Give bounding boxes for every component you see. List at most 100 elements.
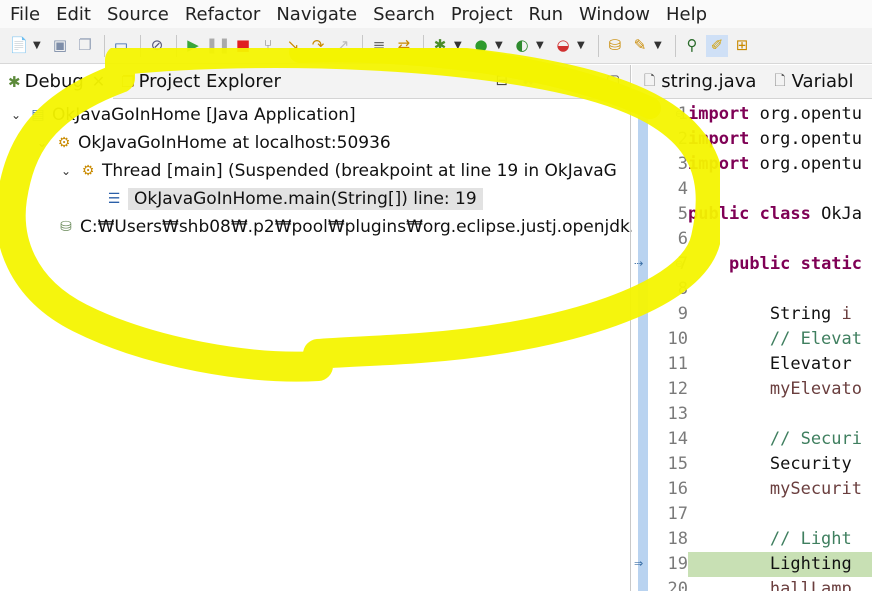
code-line[interactable]: public class OkJa	[688, 202, 862, 227]
code-token: String	[688, 304, 842, 324]
chevron-down-icon[interactable]: ▼	[577, 40, 587, 51]
tab-project-explorer-label: Project Explorer	[138, 71, 281, 92]
menu-edit[interactable]: Edit	[56, 4, 91, 25]
line-number: 5	[677, 204, 688, 224]
menu-file[interactable]: File	[10, 4, 40, 25]
chevron-down-icon[interactable]: ▼	[33, 40, 43, 51]
tab-project-explorer[interactable]: ❐ Project Explorer	[113, 65, 289, 99]
code-line[interactable]: myElevato	[688, 377, 862, 402]
tree-node-stack-frame[interactable]: ☰ OkJavaGoInHome.main(String[]) line: 19	[104, 185, 483, 213]
disconnect-icon[interactable]: ⑂	[257, 35, 279, 57]
code-line[interactable]: Security	[688, 452, 862, 477]
current-line[interactable]: Lighting	[688, 552, 872, 577]
save-icon[interactable]: ▣	[49, 35, 71, 57]
tree-node-debug-target[interactable]: ⌄ ⚙ OkJavaGoInHome at localhost:50936	[34, 129, 391, 157]
coverage-icon[interactable]: ◐	[511, 35, 533, 57]
code-line[interactable]: hallLamp	[688, 577, 852, 591]
code-line[interactable]: String i	[688, 302, 852, 327]
menu-bar: File Edit Source Refactor Navigate Search Proj…	[0, 0, 872, 28]
debug-view: ✱ Debug ✕ ❐ Project Explorer ⊟ ✖ ⋮ ▬ ▢ ⌄…	[0, 64, 656, 591]
fold-icon[interactable]: ⊖	[675, 259, 683, 270]
close-icon[interactable]: ✕	[92, 72, 105, 91]
open-type-icon[interactable]: ⛁	[604, 35, 626, 57]
save-all-icon[interactable]: ❐	[74, 35, 96, 57]
code-token: // Elevat	[688, 329, 862, 349]
breakpoint-marker-icon[interactable]: ⇢	[634, 257, 643, 270]
code-line[interactable]: import org.opentu	[688, 102, 862, 127]
collapse-all-icon[interactable]: ⊟	[495, 71, 508, 89]
view-menu-icon[interactable]: ⋮	[549, 71, 564, 89]
code-line[interactable]: import org.opentu	[688, 127, 862, 152]
tree-node-launch[interactable]: ⌄ ▤ OkJavaGoInHome [Java Application]	[8, 101, 356, 129]
code-line[interactable]: // Securi	[688, 427, 862, 452]
tab-variabl[interactable]: 🗋 Variabl	[762, 65, 859, 99]
menu-run[interactable]: Run	[529, 4, 564, 25]
run-icon[interactable]: ●	[470, 35, 492, 57]
annotation-icon[interactable]: ⊞	[731, 35, 753, 57]
debug-view-tabbar: ✱ Debug ✕ ❐ Project Explorer ⊟ ✖ ⋮ ▬ ▢	[0, 64, 630, 99]
toolbar-separator	[362, 34, 363, 57]
overview-ruler[interactable]	[638, 102, 648, 591]
toolbar-separator	[176, 34, 177, 57]
suspend-icon[interactable]: ❚❚	[205, 35, 230, 57]
menu-navigate[interactable]: Navigate	[276, 4, 357, 25]
skip-breakpoints-icon[interactable]: ⊘	[146, 35, 168, 57]
code-line[interactable]: public static	[688, 252, 862, 277]
use-step-filters-icon[interactable]: ≡	[368, 35, 390, 57]
chevron-down-icon[interactable]: ▼	[495, 40, 505, 51]
fold-icon[interactable]: ⊖	[675, 109, 683, 120]
minimize-icon[interactable]: ▬	[578, 71, 592, 89]
drop-to-frame-icon[interactable]: ⇄	[393, 35, 415, 57]
chevron-down-icon[interactable]: ▼	[454, 40, 464, 51]
tab-string-java[interactable]: 🗋 string.java	[632, 65, 762, 99]
debug-icon[interactable]: ✱	[429, 35, 451, 57]
chevron-down-icon[interactable]: ⌄	[58, 164, 74, 178]
search-icon[interactable]: ✎	[629, 35, 651, 57]
code-line[interactable]: // Light	[688, 527, 862, 552]
menu-source[interactable]: Source	[107, 4, 169, 25]
code-token: org.opentu	[749, 129, 863, 149]
line-number: 14	[667, 429, 688, 449]
code-token: import	[688, 104, 750, 124]
editor-tab-label: string.java	[661, 71, 757, 92]
step-into-icon[interactable]: ↘	[282, 35, 304, 57]
code-token: import	[688, 154, 750, 174]
highlight-icon[interactable]: ✐	[706, 34, 728, 57]
external-tools-icon[interactable]: ◒	[552, 35, 574, 57]
code-text[interactable]: import org.opentu import org.opentu import…	[688, 102, 872, 591]
tree-node-label: OkJavaGoInHome [Java Application]	[52, 105, 356, 125]
menu-help[interactable]: Help	[666, 4, 707, 25]
maximize-icon[interactable]: ▢	[606, 71, 620, 89]
terminate-icon[interactable]: ■	[232, 35, 254, 57]
resume-icon[interactable]: ▶	[182, 35, 204, 57]
step-return-icon[interactable]: ↗	[332, 35, 354, 57]
terminal-icon[interactable]: ▭	[110, 35, 132, 57]
code-line[interactable]: mySecurit	[688, 477, 862, 502]
tree-node-process[interactable]: ⛁ C:₩Users₩shb08₩.p2₩pool₩plugins₩org.ec…	[56, 213, 656, 241]
code-line[interactable]: import org.opentu	[688, 152, 862, 177]
remove-terminated-icon[interactable]: ✖	[522, 71, 535, 89]
task-icon[interactable]: ⚲	[681, 35, 703, 57]
line-number: 8	[677, 279, 688, 299]
chevron-down-icon[interactable]: ⌄	[34, 136, 50, 150]
menu-window[interactable]: Window	[579, 4, 650, 25]
line-number: 20	[667, 579, 688, 591]
line-number: 4	[677, 179, 688, 199]
menu-project[interactable]: Project	[451, 4, 513, 25]
toolbar-separator	[423, 34, 424, 57]
line-number: 15	[667, 454, 688, 474]
code-line[interactable]: // Elevat	[688, 327, 862, 352]
new-icon[interactable]: 📄	[8, 35, 30, 57]
tab-debug[interactable]: ✱ Debug ✕	[0, 64, 114, 99]
code-line[interactable]: Elevator	[688, 352, 862, 377]
chevron-down-icon[interactable]: ▼	[654, 40, 664, 51]
toolbar-separator	[140, 34, 141, 57]
chevron-down-icon[interactable]: ▼	[536, 40, 546, 51]
tree-node-thread[interactable]: ⌄ ⚙ Thread [main] (Suspended (breakpoint…	[58, 157, 617, 185]
code-token: Elevator	[688, 354, 862, 374]
menu-refactor[interactable]: Refactor	[185, 4, 261, 25]
step-over-icon[interactable]: ↷	[307, 35, 329, 57]
chevron-down-icon[interactable]: ⌄	[8, 108, 24, 122]
menu-search[interactable]: Search	[373, 4, 435, 25]
